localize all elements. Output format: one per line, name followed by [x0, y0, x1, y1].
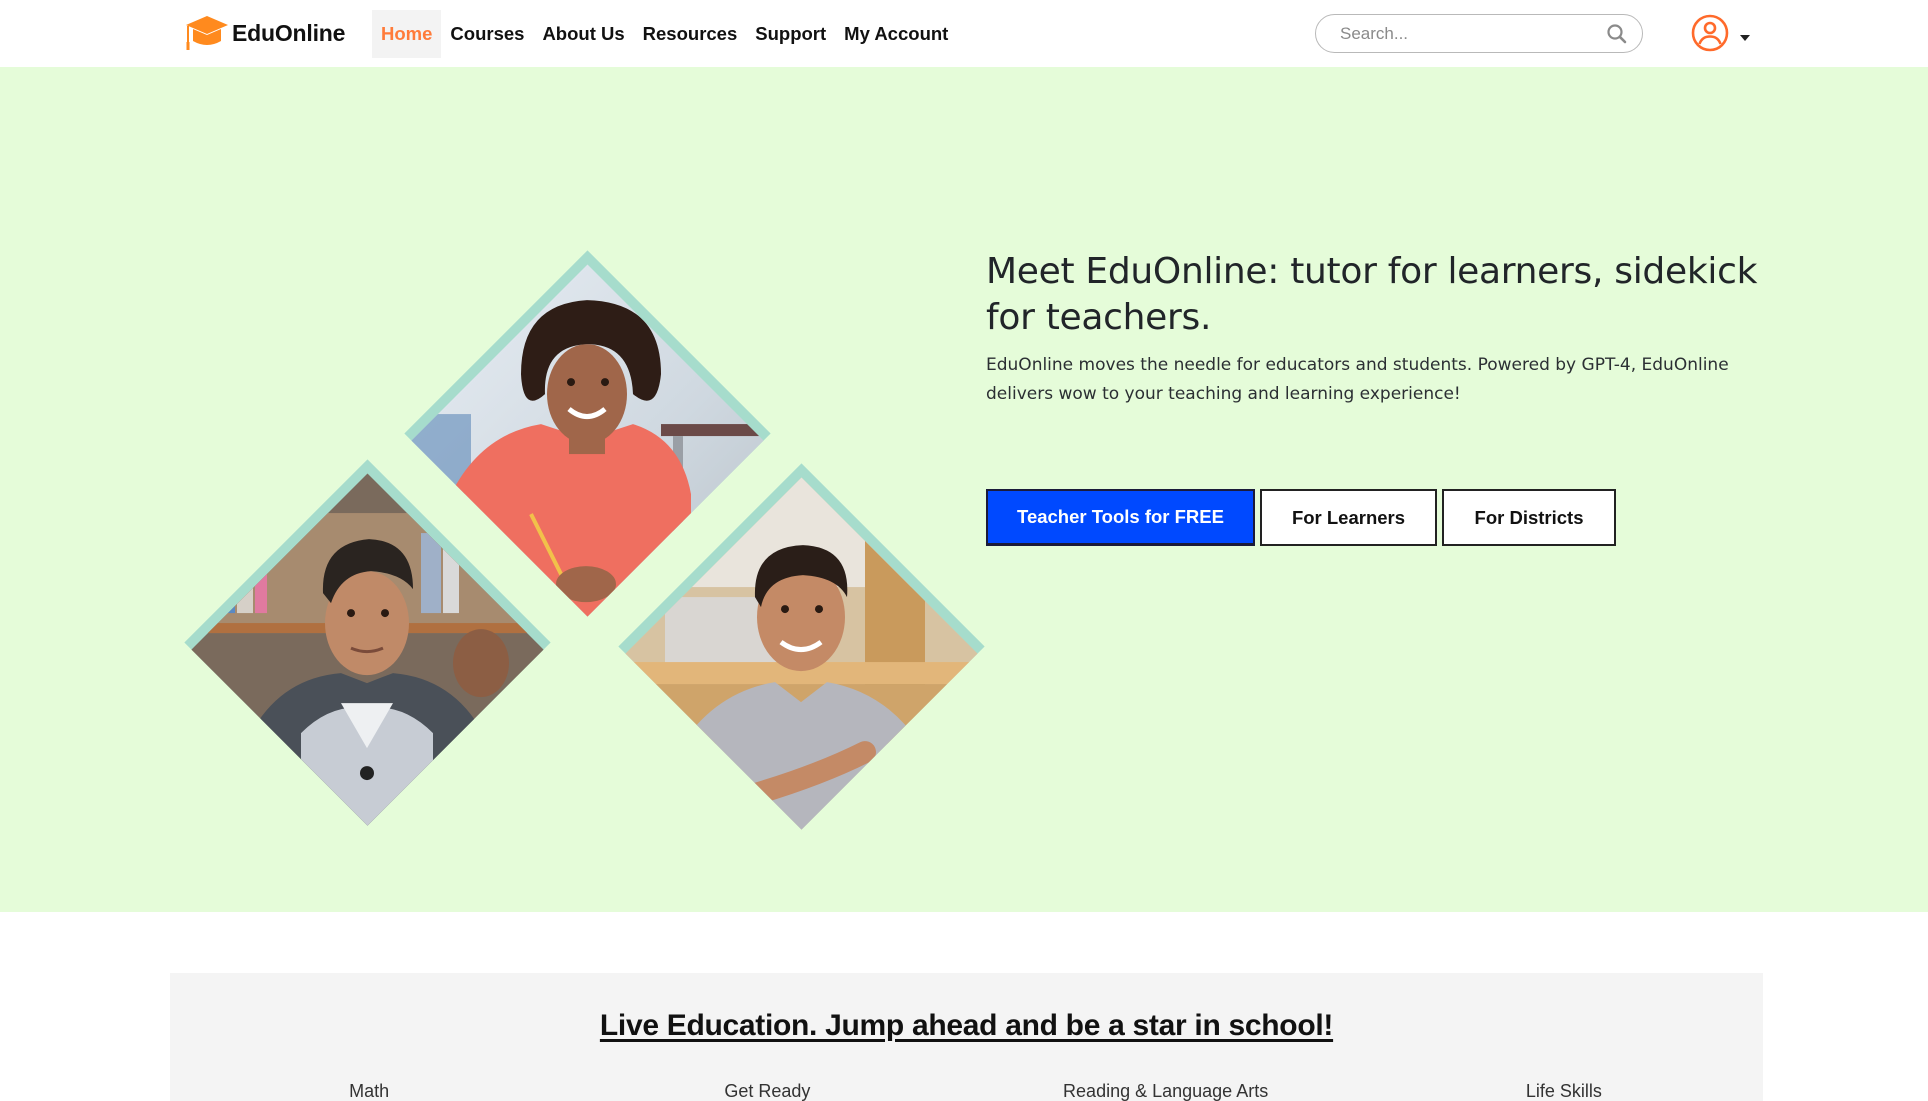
teacher-tools-button[interactable]: Teacher Tools for FREE [986, 489, 1255, 546]
for-learners-button[interactable]: For Learners [1260, 489, 1437, 546]
category-life-skills[interactable]: Life Skills [1365, 1081, 1763, 1101]
section-title-link[interactable]: Live Education. Jump ahead and be a star… [600, 1009, 1334, 1042]
nav-item-courses[interactable]: Courses [441, 10, 533, 58]
caret-down-icon [1740, 35, 1750, 41]
category-list: Math Get Ready Reading & Language Arts L… [170, 1081, 1763, 1101]
page: EduOnline Home Courses About Us Resource… [0, 0, 1928, 1101]
brand-logo[interactable]: EduOnline [184, 14, 345, 52]
user-menu-button[interactable] [1690, 12, 1760, 54]
live-education-section: Live Education. Jump ahead and be a star… [170, 973, 1763, 1101]
top-navbar: EduOnline Home Courses About Us Resource… [0, 0, 1928, 67]
search-box [1315, 14, 1643, 53]
category-get-ready[interactable]: Get Ready [568, 1081, 966, 1101]
nav-item-my-account[interactable]: My Account [835, 10, 957, 58]
category-reading-language-arts[interactable]: Reading & Language Arts [967, 1081, 1365, 1101]
search-input[interactable] [1340, 23, 1600, 45]
main-nav: Home Courses About Us Resources Support … [372, 10, 957, 58]
hero-title: Meet EduOnline: tutor for learners, side… [986, 251, 1758, 338]
student-hoodie-photo [191, 473, 544, 826]
student-tee-photo [625, 477, 978, 830]
nav-item-about-us[interactable]: About Us [533, 10, 633, 58]
nav-item-resources[interactable]: Resources [634, 10, 747, 58]
user-circle-icon [1691, 14, 1729, 52]
nav-item-support[interactable]: Support [746, 10, 835, 58]
hero-subtitle: EduOnline moves the needle for educators… [986, 355, 1729, 404]
section-title: Live Education. Jump ahead and be a star… [170, 1009, 1763, 1043]
category-math[interactable]: Math [170, 1081, 568, 1101]
hero-section: Meet EduOnline: tutor for learners, side… [0, 67, 1928, 912]
for-districts-button[interactable]: For Districts [1442, 489, 1616, 546]
graduation-cap-icon [186, 16, 228, 50]
search-icon[interactable] [1606, 23, 1628, 45]
brand-name: EduOnline [232, 19, 346, 46]
hero-text: Meet EduOnline: tutor for learners, side… [986, 249, 1766, 409]
hero-cta-group: Teacher Tools for FREE For Learners For … [986, 489, 1616, 546]
nav-item-home[interactable]: Home [372, 10, 442, 58]
